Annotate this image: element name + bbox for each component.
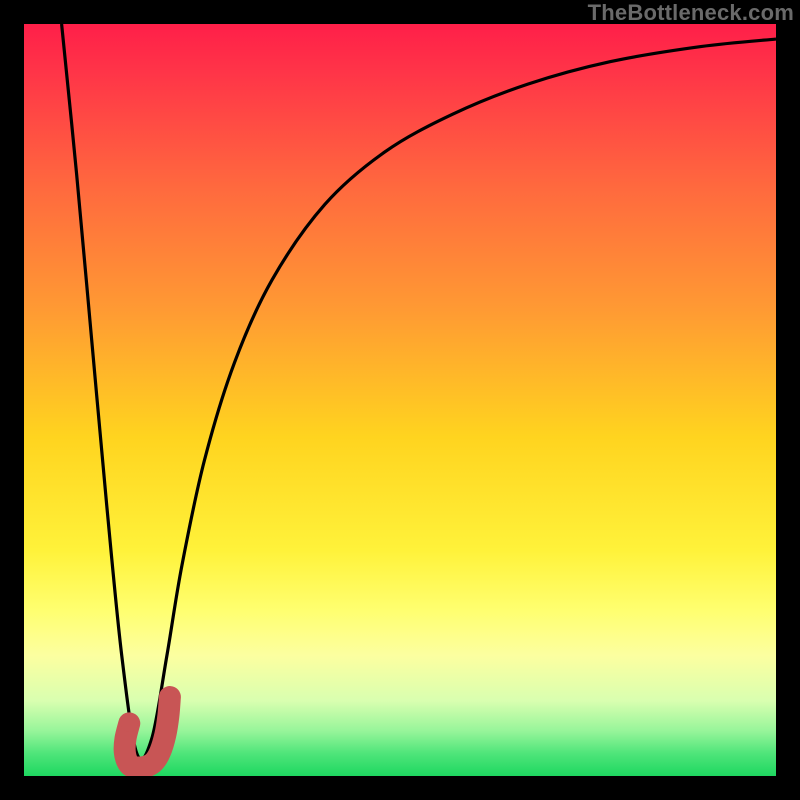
chart-frame: TheBottleneck.com (0, 0, 800, 800)
plot-area (24, 24, 776, 776)
highlight-marker (125, 697, 170, 768)
watermark-text: TheBottleneck.com (588, 2, 794, 24)
bottleneck-curve (62, 24, 776, 759)
highlight-dot (121, 715, 138, 732)
curves-svg (24, 24, 776, 776)
